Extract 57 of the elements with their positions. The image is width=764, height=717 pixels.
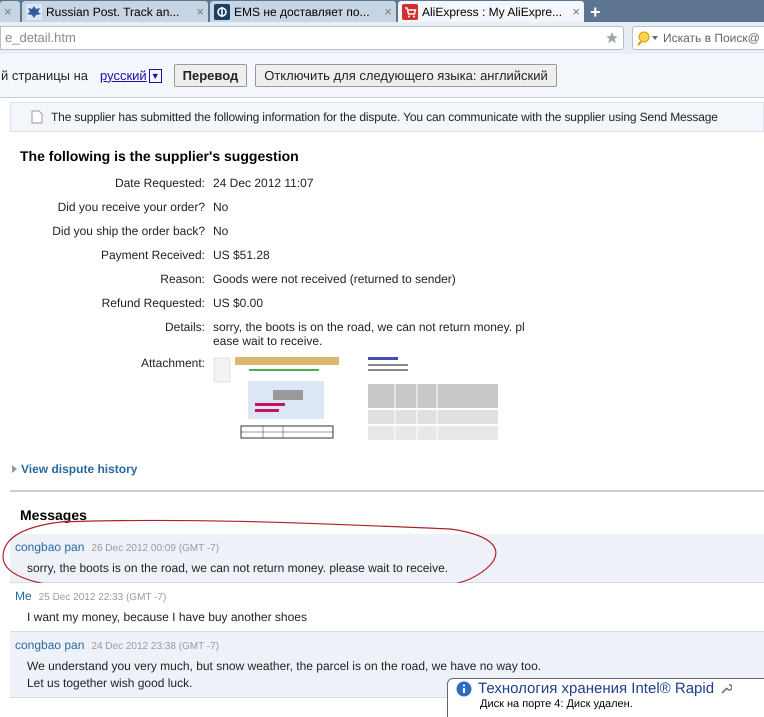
language-link[interactable]: русский: [100, 66, 147, 86]
field-value: 24 Dec 2012 11:07: [213, 175, 315, 192]
dropdown-icon[interactable]: ▼: [148, 68, 162, 82]
message-text: sorry, the boots is on the road, we can not return money. please wait to receive.: [27, 560, 448, 577]
info-icon: [456, 681, 472, 697]
message-text: I want my money, because I have buy another shoes: [27, 609, 307, 626]
close-icon[interactable]: ×: [572, 2, 580, 22]
browser-tab[interactable]: ×: [0, 1, 20, 22]
close-icon[interactable]: ×: [384, 2, 392, 22]
field-label: Details:: [164, 319, 205, 336]
field-value: sorry, the boots is on the road, we can not return money. pl ease wait to receive.: [213, 319, 526, 348]
notification-text: Диск на порте 4: Диск удален.: [480, 698, 633, 711]
author-link[interactable]: Me: [15, 587, 32, 605]
message-date: 24 Dec 2012 23:38 (GMT -7): [91, 640, 220, 654]
document-icon: [31, 110, 43, 124]
magnifier-icon: [637, 30, 659, 46]
close-icon[interactable]: ×: [4, 2, 12, 22]
close-icon[interactable]: ×: [196, 2, 204, 22]
wrench-icon[interactable]: [720, 683, 732, 695]
section-title: The following is the supplier's suggestion: [20, 147, 300, 166]
field-label: Did you receive your order?: [56, 199, 205, 216]
author-link[interactable]: congbao pan: [15, 538, 84, 556]
field-label: Date Requested:: [114, 175, 205, 192]
address-field[interactable]: e_detail.htm: [0, 26, 624, 50]
field-label: Did you ship the order back?: [51, 223, 205, 240]
field-value: US $51.28: [213, 247, 271, 264]
notice-text: The supplier has submitted the following information for the dispute. You can communicate with the supplier using Send Message: [51, 109, 718, 126]
browser-tab[interactable]: AliExpress : My AliExpre... ×: [398, 1, 584, 22]
field-value: No: [213, 199, 230, 216]
message-date: 25 Dec 2012 22:33 (GMT -7): [38, 591, 166, 605]
translate-button[interactable]: Перевод: [174, 64, 248, 87]
star-icon[interactable]: [605, 31, 619, 45]
field-label: Refund Requested:: [100, 295, 205, 312]
author-link[interactable]: congbao pan: [15, 636, 84, 654]
expand-arrow-icon[interactable]: [12, 465, 17, 473]
translate-prompt: й страницы на: [1, 66, 88, 85]
browser-tab[interactable]: EMS не доставляет по... ×: [210, 1, 396, 22]
message-text: Let us together wish good luck.: [27, 675, 192, 692]
disable-language-button[interactable]: Отключить для следующего языка: английский: [255, 64, 557, 87]
history-link[interactable]: View dispute history: [21, 460, 138, 478]
field-value: US $0.00: [213, 295, 264, 312]
attachment-thumbnail[interactable]: [367, 356, 499, 440]
search-field[interactable]: Искать в Поиск@: [632, 26, 764, 50]
notification-title: Технология хранения Intel® Rapid: [478, 680, 714, 698]
field-label: Payment Received:: [100, 247, 205, 264]
field-value: Goods were not received (returned to sender): [213, 271, 457, 288]
new-tab-button[interactable]: +: [590, 2, 601, 22]
message-date: 26 Dec 2012 00:09 (GMT -7): [91, 542, 220, 556]
field-label: Reason:: [159, 271, 205, 288]
letter-logo-icon: [214, 4, 230, 20]
messages-title: Messages: [20, 506, 88, 524]
field-value: No: [213, 223, 230, 240]
attachment-thumbnail[interactable]: [213, 356, 341, 440]
cart-icon: [402, 4, 418, 20]
browser-tab[interactable]: Russian Post. Track an... ×: [22, 1, 208, 22]
message-text: We understand you very much, but snow weather, the parcel is on the road, we have no way too.: [27, 658, 542, 675]
field-label: Attachment:: [140, 355, 205, 372]
